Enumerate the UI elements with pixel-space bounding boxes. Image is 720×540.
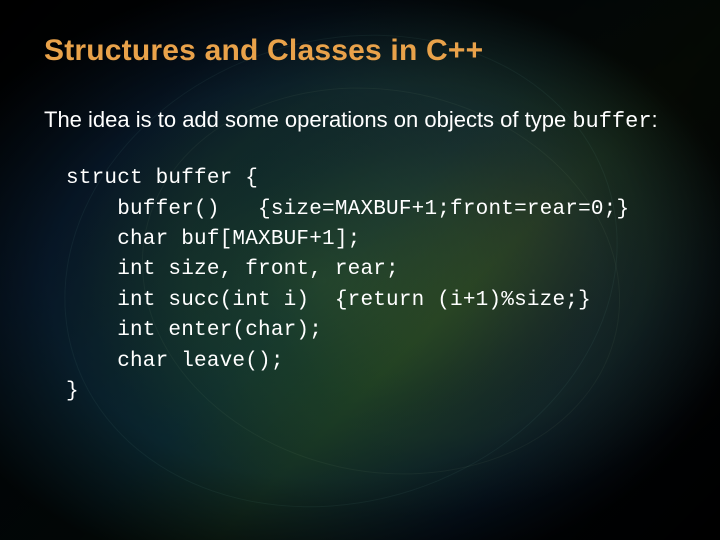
- intro-prefix: The idea is to add some operations on ob…: [44, 107, 572, 132]
- slide-title: Structures and Classes in C++: [44, 34, 676, 68]
- intro-code-word: buffer: [572, 109, 651, 134]
- slide-content: Structures and Classes in C++ The idea i…: [0, 0, 720, 408]
- code-block: struct buffer { buffer() {size=MAXBUF+1;…: [66, 164, 676, 408]
- intro-text: The idea is to add some operations on ob…: [44, 106, 676, 136]
- slide: Structures and Classes in C++ The idea i…: [0, 0, 720, 540]
- intro-suffix: :: [652, 107, 658, 132]
